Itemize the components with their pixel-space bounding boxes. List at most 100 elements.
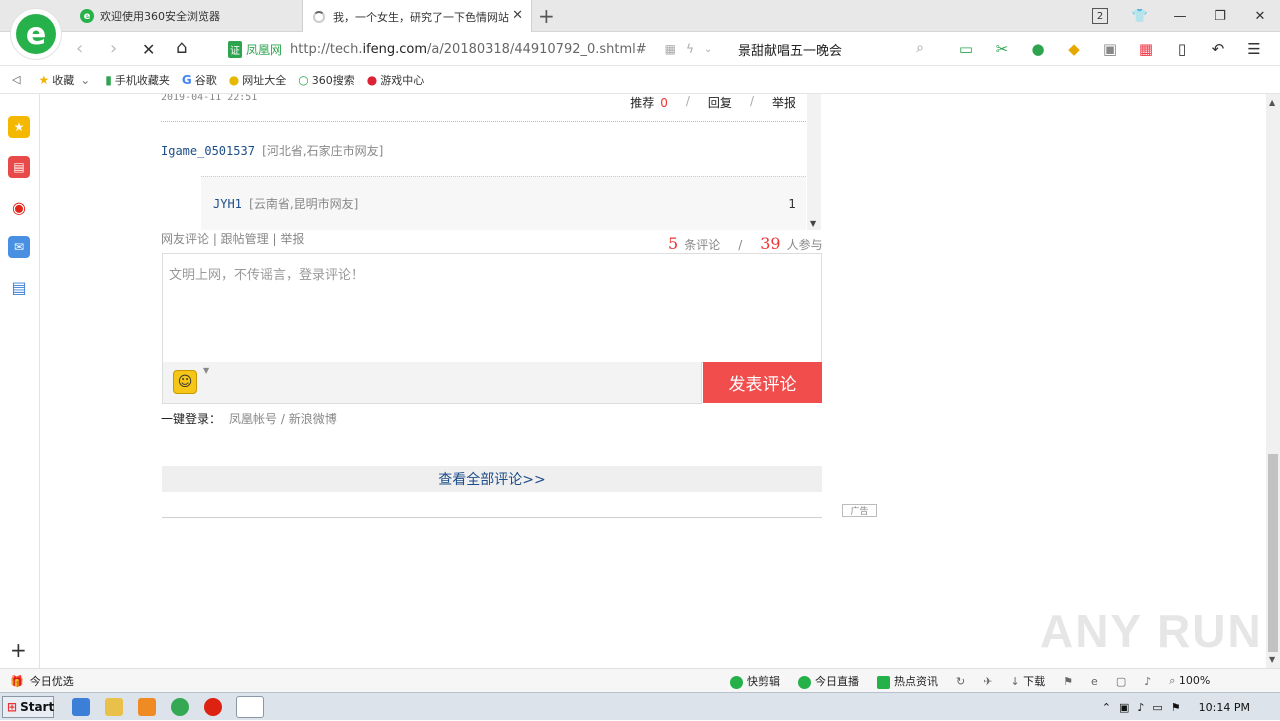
search-input[interactable]: 景甜献唱五一晚会 ⌕: [738, 36, 930, 62]
gift-icon: 🎁: [10, 674, 24, 688]
url-field[interactable]: 证 凤凰网 http://tech.ifeng.com/a/20180318/4…: [228, 36, 728, 62]
bookmark-mobile[interactable]: ▮ 手机收藏夹: [105, 72, 170, 88]
stop-icon[interactable]: ✕: [142, 40, 155, 59]
star-icon: ★: [38, 72, 50, 87]
flag-tray-icon[interactable]: ⚑: [1171, 701, 1181, 714]
ie-taskbar-icon[interactable]: [72, 698, 90, 716]
lightning-icon[interactable]: ϟ: [686, 42, 694, 56]
comment-links[interactable]: 网友评论 | 跟帖管理 | 举报: [161, 230, 304, 247]
start-button[interactable]: ⊞ Start: [2, 696, 54, 718]
shield-icon[interactable]: ◆: [1060, 38, 1088, 60]
status-item-quick-edit[interactable]: 快剪辑: [730, 673, 780, 689]
weibo-icon[interactable]: ◉: [8, 196, 30, 218]
search-text: 景甜献唱五一晚会: [738, 43, 843, 59]
skin-icon[interactable]: 👕: [1120, 0, 1160, 32]
volume-icon[interactable]: ♪: [1137, 701, 1144, 714]
sites-icon: ●: [228, 72, 240, 87]
emoji-dropdown-icon[interactable]: ▼: [203, 366, 209, 375]
window-icon[interactable]: ▢: [1116, 675, 1126, 688]
status-item-live[interactable]: 今日直播: [798, 673, 859, 689]
scissors-icon[interactable]: ✂: [988, 38, 1016, 60]
tab-count-badge[interactable]: 2: [1092, 8, 1108, 24]
comment-list-scrollbar[interactable]: ▼: [807, 94, 821, 230]
refresh-icon[interactable]: ↻: [956, 675, 965, 688]
mail-icon[interactable]: ✉: [8, 236, 30, 258]
forward-icon[interactable]: ›: [110, 38, 117, 59]
bookmark-games[interactable]: ● 游戏中心: [367, 72, 424, 88]
bookmark-360search[interactable]: ○ 360搜索: [298, 72, 354, 88]
submit-comment-button[interactable]: 发表评论: [703, 362, 822, 403]
chevron-down-icon[interactable]: ⌄: [704, 44, 712, 55]
zoom-control[interactable]: ⌕ 100%: [1169, 674, 1210, 688]
chrome-taskbar-icon[interactable]: [171, 698, 189, 716]
close-tab-icon[interactable]: ✕: [512, 8, 523, 23]
quick-login: 一键登录： 凤凰帐号 / 新浪微博: [161, 412, 337, 426]
reply-username-link[interactable]: JYH1: [213, 197, 242, 211]
toolbar: ▭ ✂ ● ◆ ▣ ▦ ▯ ↶ ☰: [952, 38, 1268, 60]
menu-icon[interactable]: ☰: [1240, 38, 1268, 60]
scroll-up-icon[interactable]: ▲: [1269, 98, 1275, 107]
news-icon[interactable]: ▤: [8, 156, 30, 178]
page-scrollbar[interactable]: ▲ ▼: [1266, 94, 1280, 668]
scroll-thumb[interactable]: [1268, 454, 1278, 652]
comment-count: 5: [668, 234, 679, 253]
reply-location: [云南省,昆明市网友]: [249, 197, 359, 211]
emoji-icon[interactable]: ☺: [173, 370, 197, 394]
browser-logo[interactable]: e: [10, 8, 62, 60]
login-options-link[interactable]: 凤凰帐号 / 新浪微博: [229, 412, 337, 426]
translate-icon[interactable]: ●: [1024, 38, 1052, 60]
undo-icon[interactable]: ↶: [1204, 38, 1232, 60]
scroll-down-icon[interactable]: ▼: [1269, 655, 1275, 664]
add-sidebar-button[interactable]: +: [10, 638, 27, 662]
google-icon: G: [181, 72, 192, 87]
apps-grid-icon[interactable]: ▦: [1132, 38, 1160, 60]
report-link[interactable]: 举报: [772, 94, 796, 111]
comment-textarea[interactable]: 文明上网，不传谣言，登录评论！: [162, 253, 822, 363]
ie-icon[interactable]: e: [1091, 675, 1098, 688]
comment-date: 2019-04-11 22:51: [161, 94, 258, 103]
view-all-comments-button[interactable]: 查看全部评论>>: [162, 466, 822, 492]
360-browser-taskbar-button[interactable]: [236, 696, 264, 718]
qr-icon[interactable]: ▦: [665, 42, 676, 56]
clock[interactable]: 10:14 PM: [1199, 701, 1250, 714]
opera-taskbar-icon[interactable]: [204, 698, 222, 716]
back-icon[interactable]: ‹: [76, 38, 83, 59]
status-item-news[interactable]: 热点资讯: [877, 673, 938, 689]
bookmark-google[interactable]: G 谷歌: [182, 72, 217, 88]
power-icon[interactable]: ▭: [1152, 701, 1162, 714]
comment-user: Igame_0501537 [河北省,石家庄市网友]: [161, 142, 383, 159]
tab-article[interactable]: 我，一个女生，研究了一下色情网站 ✕: [302, 0, 532, 33]
home-icon[interactable]: ⌂: [176, 37, 187, 58]
recommend-link[interactable]: 推荐 0: [630, 94, 668, 111]
close-window-button[interactable]: ✕: [1240, 0, 1280, 32]
search-icon[interactable]: ⌕: [916, 40, 924, 56]
explorer-taskbar-icon[interactable]: [105, 698, 123, 716]
tab-welcome[interactable]: e 欢迎使用360安全浏览器: [70, 0, 302, 32]
favorites-star-icon[interactable]: ★: [8, 116, 30, 138]
bookmark-favorites[interactable]: ★ 收藏 ⌄: [38, 72, 93, 88]
new-tab-button[interactable]: +: [538, 4, 555, 28]
reply-link[interactable]: 回复: [708, 94, 732, 111]
tray-expand-icon[interactable]: ⌃: [1102, 701, 1111, 714]
image-icon[interactable]: ▣: [1096, 38, 1124, 60]
reader-icon[interactable]: ▭: [952, 38, 980, 60]
sound-icon[interactable]: ♪: [1144, 675, 1151, 688]
document-icon[interactable]: ▤: [8, 276, 30, 298]
restore-button[interactable]: ❐: [1200, 0, 1240, 32]
username-link[interactable]: Igame_0501537: [161, 144, 255, 158]
comment-toolbar: ☺ ▼: [162, 362, 702, 404]
chevron-down-icon: ⌄: [80, 72, 91, 87]
download-link[interactable]: ↓ 下载: [1010, 673, 1045, 689]
media-player-taskbar-icon[interactable]: [138, 698, 156, 716]
sidebar-toggle-icon[interactable]: ◁: [12, 73, 20, 86]
tablet-icon[interactable]: ▯: [1168, 38, 1196, 60]
minimize-button[interactable]: —: [1160, 0, 1200, 32]
scroll-down-icon[interactable]: ▼: [810, 219, 816, 228]
today-picks[interactable]: 🎁 今日优选: [10, 673, 74, 689]
pin-icon[interactable]: ✈: [983, 675, 992, 688]
network-icon[interactable]: ▣: [1119, 701, 1129, 714]
bookmark-sites[interactable]: ● 网址大全: [229, 72, 286, 88]
flag-icon[interactable]: ⚑: [1063, 675, 1073, 688]
tab-favicon-icon: e: [80, 9, 94, 23]
bookmarks-bar: ◁ ★ 收藏 ⌄ ▮ 手机收藏夹 G 谷歌 ● 网址大全 ○ 360搜索 ● 游戏中心: [0, 66, 1280, 94]
